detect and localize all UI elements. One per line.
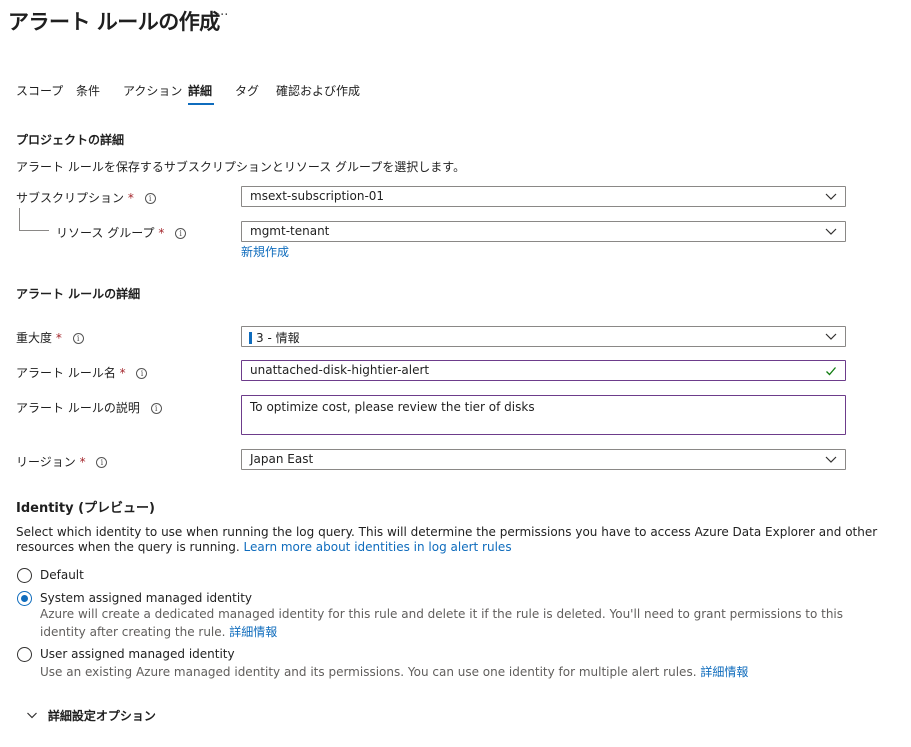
identity-default-radio[interactable] — [17, 568, 32, 583]
tab-tags[interactable]: タグ — [235, 82, 259, 99]
required-marker: * — [55, 331, 62, 345]
severity-label: 重大度 * i — [16, 329, 84, 346]
chevron-down-icon — [825, 333, 837, 340]
project-details-description: アラート ルールを保存するサブスクリプションとリソース グループを選択します。 — [16, 160, 466, 174]
required-marker: * — [127, 191, 134, 205]
tab-condition[interactable]: 条件 — [76, 82, 100, 99]
resource-group-label: リソース グループ * i — [56, 224, 187, 241]
alert-rule-name-label: アラート ルール名 * i — [16, 364, 148, 381]
alert-rule-name-input[interactable]: unattached-disk-hightier-alert — [241, 360, 846, 381]
identity-system-assigned-desc2: identity after creating the rule. 詳細情報 — [40, 625, 278, 639]
tab-details[interactable]: 詳細 — [188, 82, 212, 99]
identity-description-line2: resources when the query is running. Lea… — [16, 540, 512, 554]
identity-user-assigned-radio[interactable] — [17, 647, 32, 662]
identity-system-assigned-label[interactable]: System assigned managed identity — [40, 591, 252, 605]
region-label: リージョン * i — [16, 453, 108, 470]
info-icon[interactable]: i — [136, 368, 148, 379]
checkmark-icon — [826, 367, 836, 376]
subscription-label: サブスクリプション * i — [16, 189, 156, 206]
active-tab-indicator — [188, 103, 214, 105]
tab-scope[interactable]: スコープ — [16, 82, 63, 99]
subscription-dropdown[interactable]: msext-subscription-01 — [241, 186, 846, 207]
system-assigned-learn-more-link[interactable]: 詳細情報 — [229, 625, 277, 639]
learn-more-identities-link[interactable]: Learn more about identities in log alert… — [244, 540, 512, 554]
region-dropdown[interactable]: Japan East — [241, 449, 846, 470]
chevron-down-icon — [27, 712, 37, 719]
identity-system-assigned-radio[interactable] — [17, 591, 32, 606]
identity-heading: Identity (プレビュー) — [16, 501, 155, 516]
identity-system-assigned-desc1: Azure will create a dedicated managed id… — [40, 607, 844, 621]
advanced-options-label: 詳細設定オプション — [47, 709, 156, 723]
identity-user-assigned-desc: Use an existing Azure managed identity a… — [40, 665, 749, 679]
tree-connector — [19, 230, 49, 231]
resource-group-dropdown[interactable]: mgmt-tenant — [241, 221, 846, 242]
info-icon[interactable]: i — [96, 457, 108, 468]
page-title: アラート ルールの作成 — [8, 10, 220, 34]
alert-rule-details-heading: アラート ルールの詳細 — [16, 287, 141, 301]
user-assigned-learn-more-link[interactable]: 詳細情報 — [700, 665, 748, 679]
tab-review-create[interactable]: 確認および作成 — [276, 82, 360, 99]
project-details-heading: プロジェクトの詳細 — [16, 133, 125, 147]
info-icon[interactable]: i — [175, 228, 187, 239]
alert-rule-description-textarea[interactable]: To optimize cost, please review the tier… — [241, 395, 846, 435]
required-marker: * — [79, 455, 86, 469]
severity-dropdown[interactable]: 3 - 情報 — [241, 326, 846, 347]
chevron-down-icon — [825, 456, 837, 463]
severity-indicator — [249, 332, 252, 344]
tab-actions[interactable]: アクション — [123, 82, 182, 99]
info-icon[interactable]: i — [150, 403, 162, 414]
chevron-down-icon — [825, 228, 837, 235]
info-icon[interactable]: i — [144, 193, 156, 204]
identity-description-line1: Select which identity to use when runnin… — [16, 525, 878, 539]
identity-user-assigned-label[interactable]: User assigned managed identity — [40, 647, 235, 661]
identity-default-label[interactable]: Default — [40, 568, 84, 582]
info-icon[interactable]: i — [72, 333, 84, 344]
more-options-button[interactable]: ··· — [216, 8, 228, 23]
alert-rule-description-label: アラート ルールの説明 i — [16, 399, 162, 416]
tree-connector — [19, 208, 20, 230]
required-marker: * — [119, 366, 126, 380]
chevron-down-icon — [825, 193, 837, 200]
required-marker: * — [158, 226, 165, 240]
create-new-resource-group-link[interactable]: 新規作成 — [241, 243, 289, 260]
advanced-options-toggle[interactable]: 詳細設定オプション — [26, 707, 156, 724]
